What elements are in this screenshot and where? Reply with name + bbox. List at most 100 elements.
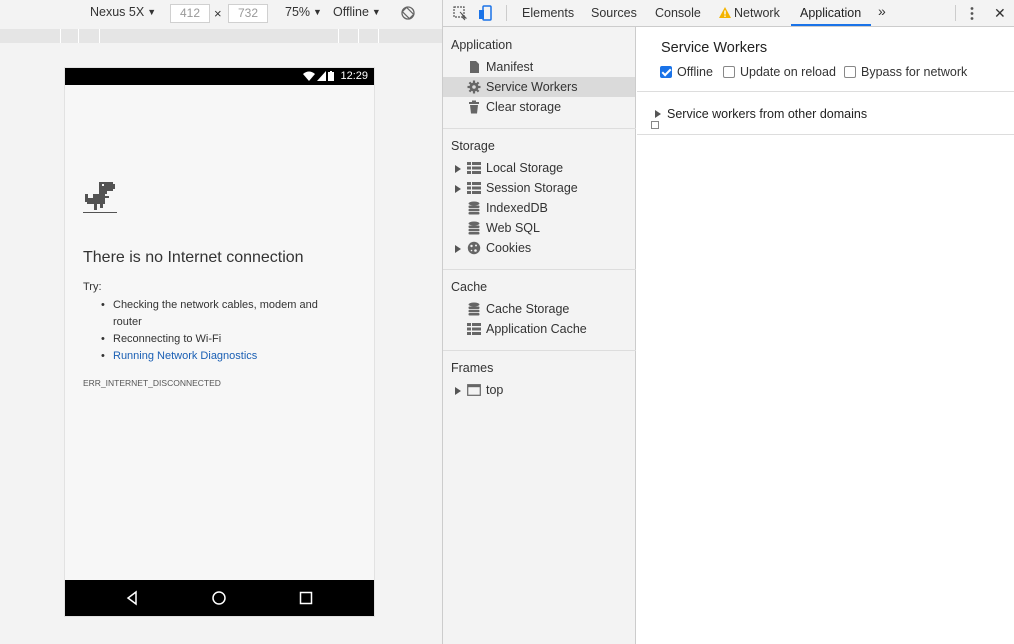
- dimension-separator: ×: [214, 6, 222, 21]
- sidebar-item-manifest[interactable]: Manifest: [443, 57, 635, 77]
- update-on-reload-label: Update on reload: [740, 65, 836, 79]
- sidebar-item-service-workers[interactable]: Service Workers: [443, 77, 635, 97]
- close-devtools-button[interactable]: ✕: [994, 5, 1006, 22]
- network-throttle-select[interactable]: Offline ▼: [333, 5, 381, 19]
- table-grid-icon: [467, 182, 481, 194]
- expand-arrow-icon[interactable]: [455, 165, 461, 173]
- update-on-reload-checkbox-row[interactable]: Update on reload: [723, 65, 836, 79]
- other-domains-toggle[interactable]: Service workers from other domains: [655, 107, 867, 121]
- network-throttle-label: Offline: [333, 5, 369, 19]
- device-select-label: Nexus 5X: [90, 5, 145, 19]
- height-input[interactable]: 732: [228, 4, 268, 23]
- network-diagnostics-link[interactable]: Running Network Diagnostics: [101, 348, 343, 365]
- offline-checkbox[interactable]: [660, 66, 672, 78]
- offline-checkbox-label: Offline: [677, 65, 713, 79]
- sidebar-item-label: Application Cache: [486, 322, 587, 336]
- device-viewport: 12:29 There is no Internet connection Tr…: [65, 68, 374, 616]
- try-label: Try:: [83, 281, 102, 293]
- kebab-menu-icon[interactable]: [969, 6, 975, 21]
- sidebar-item-label: IndexedDB: [486, 201, 548, 215]
- offline-checkbox-row[interactable]: Offline: [660, 65, 713, 79]
- expand-arrow-icon[interactable]: [455, 185, 461, 193]
- application-sidebar: Application Manifest Service Workers Cle…: [443, 27, 636, 644]
- sidebar-item-frame-top[interactable]: top: [443, 380, 635, 400]
- sidebar-item-application-cache[interactable]: Application Cache: [443, 319, 635, 339]
- bypass-for-network-label: Bypass for network: [861, 65, 968, 79]
- device-toolbar-toggle-icon[interactable]: [478, 5, 494, 21]
- section-title-application: Application: [451, 38, 513, 52]
- expand-arrow-icon[interactable]: [655, 110, 661, 118]
- error-code: ERR_INTERNET_DISCONNECTED: [83, 378, 221, 388]
- devtools-toolbar: Elements Sources Console Network Applica…: [443, 0, 1014, 27]
- android-nav-bar: [65, 580, 374, 616]
- chevron-down-icon: ▼: [147, 7, 157, 17]
- sidebar-item-indexeddb[interactable]: IndexedDB: [443, 198, 635, 218]
- width-input[interactable]: 412: [170, 4, 210, 23]
- tab-application[interactable]: Application: [800, 6, 861, 20]
- tab-elements[interactable]: Elements: [522, 6, 574, 20]
- pane-title: Service Workers: [661, 40, 768, 56]
- zoom-select[interactable]: 75% ▼: [285, 5, 322, 19]
- gear-icon: [467, 80, 481, 94]
- sidebar-item-label: top: [486, 383, 504, 397]
- table-grid-icon: [467, 323, 481, 335]
- sidebar-item-label: Clear storage: [486, 100, 562, 114]
- signal-icon: [317, 71, 326, 81]
- list-item: Checking the network cables, modem and r…: [101, 297, 343, 331]
- sidebar-item-label: Session Storage: [486, 181, 578, 195]
- tab-network[interactable]: Network: [719, 6, 780, 20]
- back-icon[interactable]: [125, 590, 141, 606]
- status-icons: [303, 71, 334, 81]
- active-tab-indicator: [791, 24, 871, 26]
- document-icon: [470, 61, 479, 73]
- rotate-icon[interactable]: [400, 5, 416, 21]
- sidebar-item-web-sql[interactable]: Web SQL: [443, 218, 635, 238]
- recents-icon[interactable]: [298, 590, 314, 606]
- section-title-frames: Frames: [451, 361, 494, 375]
- device-emulation-pane: Nexus 5X ▼ 412 × 732 75% ▼ Offline ▼ 12:…: [0, 0, 442, 644]
- service-workers-pane: Service Workers Offline Update on reload…: [637, 27, 1014, 644]
- tab-sources[interactable]: Sources: [591, 6, 637, 20]
- sidebar-item-label: Manifest: [486, 60, 534, 74]
- sidebar-item-label: Web SQL: [486, 221, 540, 235]
- database-icon: [468, 302, 480, 316]
- bypass-for-network-checkbox[interactable]: [844, 66, 856, 78]
- suggestion-list: Checking the network cables, modem and r…: [101, 297, 343, 365]
- trash-icon: [469, 100, 479, 114]
- expand-arrow-icon[interactable]: [455, 245, 461, 253]
- update-on-reload-checkbox[interactable]: [723, 66, 735, 78]
- tab-console[interactable]: Console: [655, 6, 701, 20]
- sidebar-item-cookies[interactable]: Cookies: [443, 238, 635, 258]
- sidebar-item-cache-storage[interactable]: Cache Storage: [443, 299, 635, 319]
- bypass-for-network-checkbox-row[interactable]: Bypass for network: [844, 65, 967, 79]
- wifi-icon: [303, 71, 315, 81]
- frame-icon: [467, 384, 481, 396]
- sidebar-item-label: Cache Storage: [486, 302, 570, 316]
- section-title-cache: Cache: [451, 280, 488, 294]
- device-select[interactable]: Nexus 5X ▼: [90, 5, 156, 19]
- cookie-icon: [467, 241, 481, 255]
- sidebar-item-local-storage[interactable]: Local Storage: [443, 158, 635, 178]
- more-tabs-button[interactable]: »: [878, 3, 886, 19]
- list-item: Reconnecting to Wi-Fi: [101, 331, 343, 348]
- other-domains-label: Service workers from other domains: [667, 107, 868, 121]
- other-domains-checkbox[interactable]: [651, 121, 659, 129]
- home-icon[interactable]: [211, 590, 227, 606]
- status-bar: 12:29: [65, 68, 374, 85]
- dino-icon: [83, 182, 117, 213]
- sidebar-item-label: Local Storage: [486, 161, 564, 175]
- zoom-select-label: 75%: [285, 5, 311, 19]
- inspect-element-icon[interactable]: [453, 6, 468, 21]
- database-icon: [468, 221, 480, 235]
- device-toolbar: Nexus 5X ▼ 412 × 732 75% ▼ Offline ▼: [0, 0, 442, 28]
- sidebar-item-label: Cookies: [486, 241, 532, 255]
- chevron-down-icon: ▼: [371, 7, 381, 17]
- sidebar-item-session-storage[interactable]: Session Storage: [443, 178, 635, 198]
- expand-arrow-icon[interactable]: [455, 387, 461, 395]
- media-query-ruler[interactable]: [0, 29, 442, 43]
- sidebar-item-clear-storage[interactable]: Clear storage: [443, 97, 635, 117]
- table-grid-icon: [467, 162, 481, 174]
- chevron-down-icon: ▼: [313, 7, 322, 17]
- warning-icon: [719, 7, 731, 18]
- tab-network-label: Network: [734, 6, 780, 20]
